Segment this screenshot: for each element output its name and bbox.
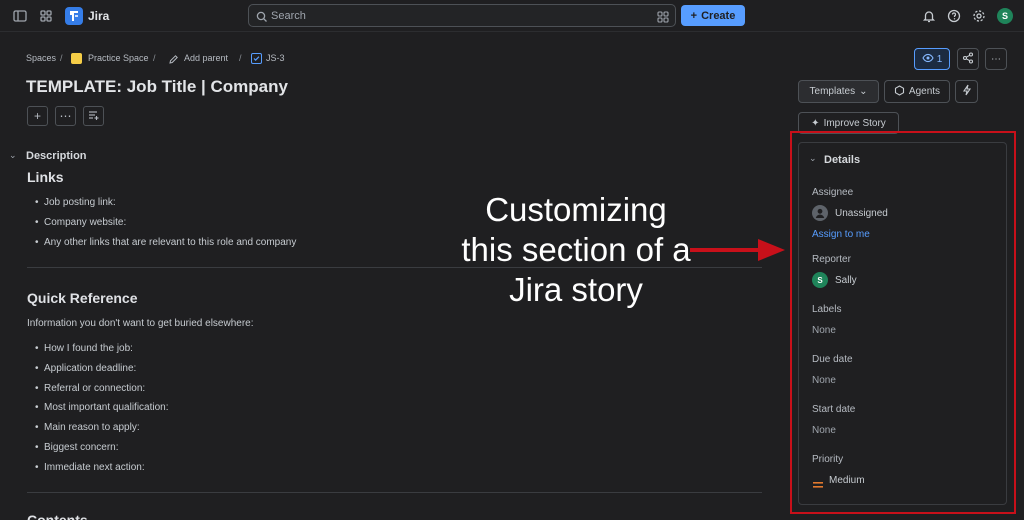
- collapse-chevron-icon[interactable]: ⌄: [9, 150, 17, 161]
- annotation-highlight-box: [790, 131, 1016, 514]
- search-placeholder: Search: [271, 10, 306, 22]
- watch-button[interactable]: 1: [914, 48, 950, 70]
- search-input[interactable]: Search: [248, 4, 676, 27]
- list-item: Application deadline:: [35, 363, 169, 383]
- chevron-down-icon: ⌄: [859, 86, 868, 97]
- issue-title[interactable]: TEMPLATE: Job Title | Company: [26, 77, 288, 97]
- list-item: Immediate next action:: [35, 462, 169, 482]
- jira-logo-icon[interactable]: [65, 7, 83, 25]
- create-label: Create: [701, 9, 736, 22]
- create-button[interactable]: + Create: [681, 5, 745, 26]
- quick-reference-list: How I found the job: Application deadlin…: [35, 343, 169, 482]
- links-heading: Links: [27, 169, 64, 185]
- app-name[interactable]: Jira: [88, 9, 109, 23]
- user-avatar[interactable]: S: [997, 8, 1013, 24]
- add-button[interactable]: +: [27, 106, 48, 126]
- templates-button[interactable]: Templates ⌄: [798, 80, 879, 103]
- ellipsis-icon: ⋯: [991, 53, 1001, 65]
- templates-label: Templates: [809, 86, 856, 97]
- divider: [27, 492, 762, 493]
- settings-gear-icon[interactable]: [971, 8, 987, 24]
- watch-count: 1: [936, 53, 943, 65]
- help-icon[interactable]: [946, 8, 962, 24]
- sidebar-toggle-icon[interactable]: [12, 8, 28, 24]
- notifications-bell-icon[interactable]: [921, 8, 937, 24]
- more-options-button[interactable]: ⋯: [985, 48, 1007, 70]
- list-item: Most important qualification:: [35, 402, 169, 422]
- breadcrumb-add-parent[interactable]: Add parent: [184, 53, 228, 63]
- list-item: Any other links that are relevant to thi…: [35, 237, 296, 257]
- list-item: Main reason to apply:: [35, 422, 169, 442]
- plus-icon: +: [690, 9, 698, 22]
- links-list: Job posting link: Company website: Any o…: [35, 197, 296, 256]
- list-item: Company website:: [35, 217, 296, 237]
- share-icon: [962, 51, 974, 67]
- edit-pencil-icon: [168, 52, 179, 70]
- more-actions-button[interactable]: ⋯: [55, 106, 76, 126]
- project-icon: [71, 53, 82, 64]
- top-navigation-bar: Jira Search + Create S: [0, 0, 1024, 32]
- annotation-text: Customizing this section of a Jira story: [448, 190, 704, 310]
- description-heading[interactable]: Description: [26, 150, 87, 162]
- annotation-line: Jira story: [509, 271, 643, 308]
- list-item: How I found the job:: [35, 343, 169, 363]
- annotation-line: Customizing: [485, 191, 667, 228]
- search-icon: [256, 10, 268, 28]
- breadcrumb-project[interactable]: Practice Space: [88, 53, 149, 63]
- plus-icon: +: [33, 109, 41, 123]
- agents-label: Agents: [908, 86, 941, 97]
- lightning-icon: [962, 84, 972, 99]
- list-add-icon: [88, 109, 100, 124]
- agents-button[interactable]: Agents: [884, 80, 950, 103]
- list-item: Biggest concern:: [35, 442, 169, 462]
- sparkle-icon: ✦: [811, 117, 820, 129]
- breadcrumb-separator: /: [239, 53, 242, 63]
- breadcrumb-separator: /: [153, 53, 156, 63]
- checklist-button[interactable]: [83, 106, 104, 126]
- quick-reference-intro: Information you don't want to get buried…: [27, 318, 254, 329]
- eye-icon: [922, 53, 934, 66]
- annotation-line: this section of a: [461, 231, 691, 268]
- ellipsis-icon: ⋯: [59, 109, 72, 123]
- improve-story-label: Improve Story: [823, 117, 886, 129]
- list-item: Job posting link:: [35, 197, 296, 217]
- quick-reference-heading: Quick Reference: [27, 290, 138, 306]
- breadcrumb-issue-key[interactable]: JS-3: [266, 53, 285, 63]
- automation-button[interactable]: [955, 80, 978, 103]
- annotation-arrow-icon: [690, 239, 785, 261]
- agents-icon: [894, 84, 905, 99]
- story-checkbox-icon: [251, 53, 262, 64]
- app-switcher-icon[interactable]: [38, 8, 54, 24]
- share-button[interactable]: [957, 48, 979, 70]
- list-item: Referral or connection:: [35, 383, 169, 403]
- contents-heading: Contents: [27, 512, 88, 520]
- search-filter-icon[interactable]: [657, 10, 669, 28]
- breadcrumb-separator: /: [60, 53, 63, 63]
- breadcrumb-spaces[interactable]: Spaces: [26, 53, 56, 63]
- panel-divider: [798, 513, 1007, 520]
